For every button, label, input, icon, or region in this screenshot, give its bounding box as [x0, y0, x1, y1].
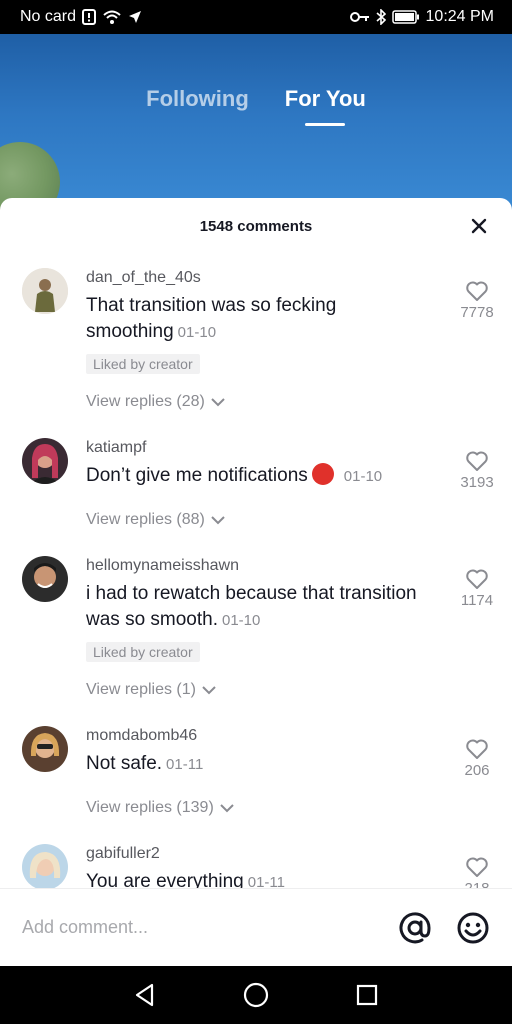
comment-username[interactable]: katiampf	[86, 438, 432, 458]
bluetooth-icon	[375, 9, 386, 25]
comment-item: dan_of_the_40s That transition was so fe…	[0, 254, 512, 424]
like-button[interactable]: 1174	[456, 568, 498, 609]
comment-text: Don’t give me notifications 01-10	[86, 463, 383, 486]
view-replies-button[interactable]: View replies (139)	[86, 796, 432, 820]
carrier-label: No card	[20, 8, 77, 25]
chevron-down-icon	[202, 686, 216, 695]
back-triangle-icon	[136, 983, 154, 1007]
close-button[interactable]	[468, 215, 490, 237]
status-bar: No card 10:24 PM	[0, 0, 512, 34]
feed-tabs: Following For You	[0, 86, 512, 126]
view-replies-button[interactable]: View replies (1)	[86, 678, 432, 702]
comment-username[interactable]: gabifuller2	[86, 844, 432, 864]
angry-face-emoji-icon	[311, 463, 334, 485]
liked-by-creator-badge: Liked by creator	[86, 642, 200, 662]
back-button[interactable]	[125, 975, 165, 1015]
like-button[interactable]: 3193	[456, 450, 498, 491]
close-icon	[471, 218, 487, 234]
location-arrow-icon	[128, 10, 142, 24]
heart-icon	[466, 739, 488, 759]
clock: 10:24 PM	[425, 8, 494, 25]
sheet-header: 1548 comments	[0, 198, 512, 254]
avatar[interactable]	[22, 438, 68, 484]
heart-icon	[466, 451, 488, 471]
like-count: 206	[464, 762, 490, 779]
like-button[interactable]: 7778	[456, 280, 498, 321]
comment-text: i had to rewatch because that transition…	[86, 583, 417, 630]
comment-item: katiampf Don’t give me notifications 01-1…	[0, 424, 512, 542]
like-button[interactable]: 218	[456, 856, 498, 888]
comment-date: 01-10	[222, 612, 261, 629]
emoji-button[interactable]	[456, 911, 490, 945]
comment-text: That transition was so fecking smoothing…	[86, 295, 337, 342]
home-circle-icon	[243, 982, 269, 1008]
like-count: 218	[464, 880, 489, 888]
chevron-down-icon	[211, 516, 225, 525]
video-background[interactable]: Following For You	[0, 34, 512, 214]
comment-date: 01-11	[247, 874, 286, 888]
comment-text: You are everything 01-11	[86, 869, 432, 888]
avatar[interactable]	[22, 726, 68, 772]
comment-text: Not safe. 01-11	[86, 753, 204, 774]
view-replies-button[interactable]: View replies (28)	[86, 390, 432, 414]
comment-username[interactable]: hellomynameisshawn	[86, 556, 432, 576]
comment-username[interactable]: dan_of_the_40s	[86, 268, 432, 288]
heart-icon	[466, 857, 488, 877]
vpn-key-icon	[349, 11, 370, 23]
like-button[interactable]: 206	[456, 738, 498, 779]
comment-item: momdabomb46 Not safe. 01-11 View replies …	[0, 712, 512, 830]
comments-list[interactable]: dan_of_the_40s That transition was so fe…	[0, 254, 512, 888]
avatar[interactable]	[22, 556, 68, 602]
system-navigation-bar	[0, 966, 512, 1024]
like-count: 7778	[460, 304, 494, 321]
comment-date: 01-11	[166, 756, 204, 773]
tab-following[interactable]: Following	[146, 86, 249, 112]
heart-icon	[466, 569, 488, 589]
wifi-icon	[102, 9, 122, 25]
comment-item: hellomynameisshawn i had to rewatch beca…	[0, 542, 512, 712]
liked-by-creator-badge: Liked by creator	[86, 354, 200, 374]
avatar[interactable]	[22, 268, 68, 314]
comment-username[interactable]: momdabomb46	[86, 726, 432, 746]
recents-button[interactable]	[347, 975, 387, 1015]
like-count: 3193	[460, 474, 494, 491]
add-comment-input[interactable]	[22, 917, 374, 938]
at-sign-icon	[399, 911, 431, 943]
view-replies-button[interactable]: View replies (88)	[86, 508, 432, 532]
like-count: 1174	[460, 592, 494, 609]
comment-composer	[0, 888, 512, 966]
chevron-down-icon	[211, 398, 225, 407]
tab-for-you[interactable]: For You	[285, 86, 366, 126]
home-button[interactable]	[236, 975, 276, 1015]
comments-count-title: 1548 comments	[199, 217, 313, 235]
heart-icon	[466, 281, 488, 301]
comments-sheet: 1548 comments dan_of_the_40s That transi…	[0, 198, 512, 966]
comment-item: gabifuller2 You are everything01-11 218	[0, 830, 512, 888]
mention-button[interactable]	[398, 911, 432, 945]
chevron-down-icon	[220, 804, 234, 813]
smiley-icon	[457, 912, 489, 943]
avatar[interactable]	[22, 844, 68, 888]
comment-date: 01-10	[177, 324, 217, 341]
comment-date: 01-10	[343, 468, 383, 485]
sim-alert-icon	[82, 9, 97, 25]
recents-square-icon	[356, 984, 377, 1006]
battery-icon	[391, 10, 420, 24]
